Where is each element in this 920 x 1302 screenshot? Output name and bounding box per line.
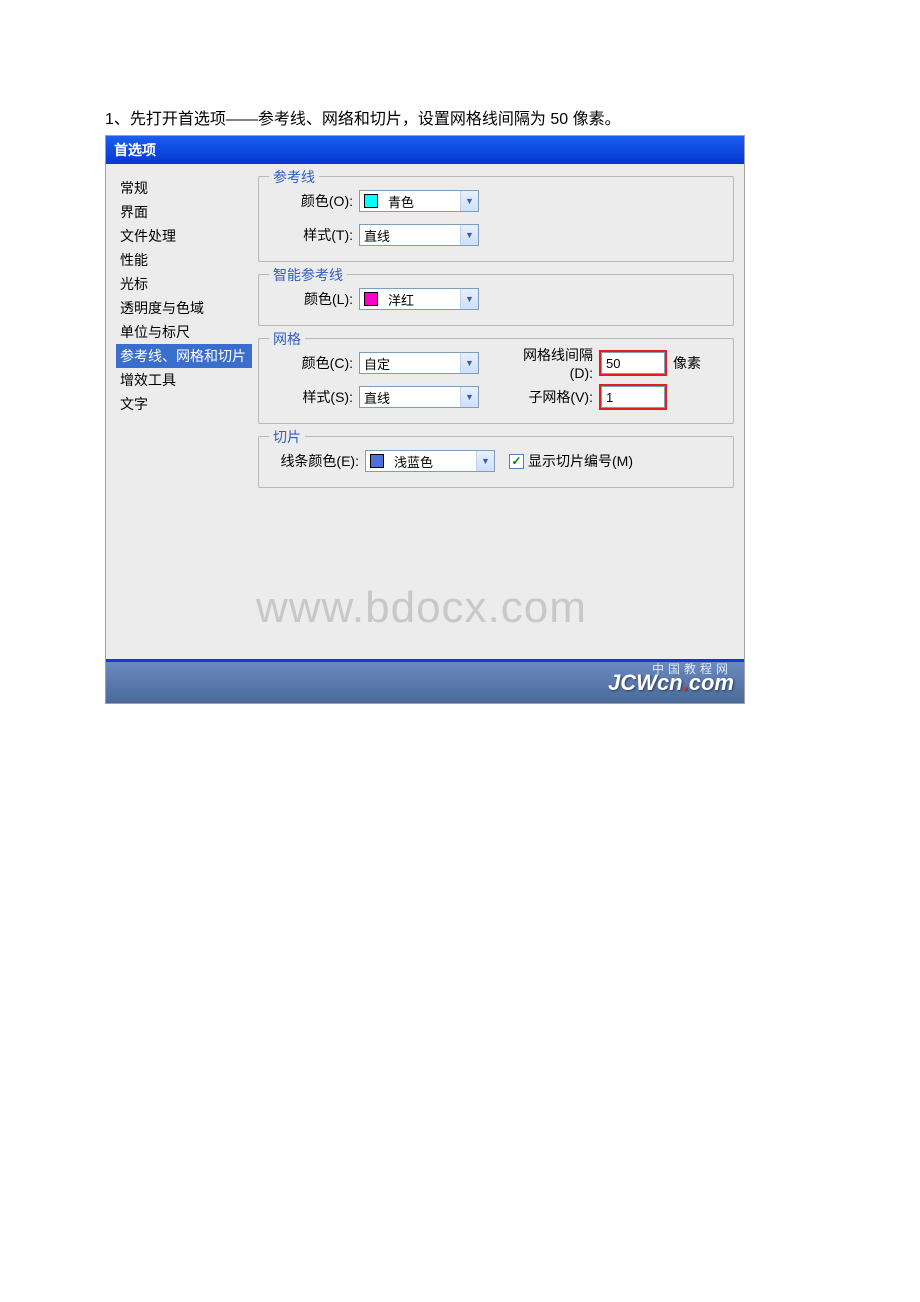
sidebar-item-transparency[interactable]: 透明度与色域 [116, 296, 252, 320]
guides-color-value: 青色 [384, 192, 460, 211]
grid-interval-label: 网格线间隔(D): [507, 345, 599, 381]
sidebar-item-file-handling[interactable]: 文件处理 [116, 224, 252, 248]
smart-guides-color-label: 颜色(L): [269, 289, 359, 309]
guides-style-label: 样式(T): [269, 225, 359, 245]
grid-style-value: 直线 [360, 388, 460, 407]
sidebar-item-type[interactable]: 文字 [116, 392, 252, 416]
chevron-down-icon: ▼ [460, 191, 478, 211]
sidebar-item-guides-grid-slices[interactable]: 参考线、网格和切片 [116, 344, 252, 368]
grid-fieldset: 网格 颜色(C): 自定 ▼ 网格线间隔(D): 50 像素 [258, 338, 734, 424]
dialog-title: 首选项 [106, 136, 744, 164]
chevron-down-icon: ▼ [476, 451, 494, 471]
slice-color-value: 浅蓝色 [390, 452, 476, 471]
content-panel: 参考线 颜色(O): 青色 ▼ 样式(T): 直线 ▼ [252, 176, 744, 659]
smart-guides-color-dropdown[interactable]: 洋红 ▼ [359, 288, 479, 310]
grid-legend: 网格 [269, 329, 305, 349]
color-swatch-icon [364, 292, 378, 306]
checkbox-checked-icon: ✓ [509, 454, 524, 469]
guides-color-label: 颜色(O): [269, 191, 359, 211]
preferences-dialog: 首选项 常规 界面 文件处理 性能 光标 透明度与色域 单位与标尺 参考线、网格… [105, 135, 745, 704]
smart-guides-color-value: 洋红 [384, 290, 460, 309]
guides-color-dropdown[interactable]: 青色 ▼ [359, 190, 479, 212]
grid-color-value: 自定 [360, 354, 460, 373]
grid-style-label: 样式(S): [269, 387, 359, 407]
color-swatch-icon [364, 194, 378, 208]
sidebar-item-plugins[interactable]: 增效工具 [116, 368, 252, 392]
slice-show-number-checkbox[interactable]: ✓ 显示切片编号(M) [509, 451, 633, 471]
sidebar: 常规 界面 文件处理 性能 光标 透明度与色域 单位与标尺 参考线、网格和切片 … [106, 176, 252, 659]
grid-interval-input[interactable]: 50 [601, 352, 665, 374]
guides-fieldset: 参考线 颜色(O): 青色 ▼ 样式(T): 直线 ▼ [258, 176, 734, 262]
slice-color-dropdown[interactable]: 浅蓝色 ▼ [365, 450, 495, 472]
grid-color-label: 颜色(C): [269, 353, 359, 373]
sidebar-item-units[interactable]: 单位与标尺 [116, 320, 252, 344]
footer-band: 中国教程网 JCWcn.com [106, 659, 744, 703]
smart-guides-legend: 智能参考线 [269, 265, 347, 285]
guides-style-dropdown[interactable]: 直线 ▼ [359, 224, 479, 246]
instruction-text: 1、先打开首选项——参考线、网络和切片，设置网格线间隔为 50 像素。 [105, 105, 810, 129]
slice-checkbox-label: 显示切片编号(M) [528, 451, 633, 471]
sidebar-item-cursors[interactable]: 光标 [116, 272, 252, 296]
chevron-down-icon: ▼ [460, 289, 478, 309]
grid-color-dropdown[interactable]: 自定 ▼ [359, 352, 479, 374]
sidebar-item-general[interactable]: 常规 [116, 176, 252, 200]
guides-legend: 参考线 [269, 167, 319, 187]
grid-subgrid-label: 子网格(V): [507, 387, 599, 407]
slice-fieldset: 切片 线条颜色(E): 浅蓝色 ▼ ✓ 显示切片编号(M) [258, 436, 734, 488]
chevron-down-icon: ▼ [460, 225, 478, 245]
grid-subgrid-input[interactable]: 1 [601, 386, 665, 408]
color-swatch-icon [370, 454, 384, 468]
chevron-down-icon: ▼ [460, 353, 478, 373]
smart-guides-fieldset: 智能参考线 颜色(L): 洋红 ▼ [258, 274, 734, 326]
slice-color-label: 线条颜色(E): [269, 451, 365, 471]
sidebar-item-performance[interactable]: 性能 [116, 248, 252, 272]
chevron-down-icon: ▼ [460, 387, 478, 407]
sidebar-item-interface[interactable]: 界面 [116, 200, 252, 224]
grid-style-dropdown[interactable]: 直线 ▼ [359, 386, 479, 408]
footer-subtext: 中国教程网 [652, 660, 732, 677]
slice-legend: 切片 [269, 427, 305, 447]
grid-interval-unit: 像素 [673, 353, 701, 373]
guides-style-value: 直线 [360, 226, 460, 245]
